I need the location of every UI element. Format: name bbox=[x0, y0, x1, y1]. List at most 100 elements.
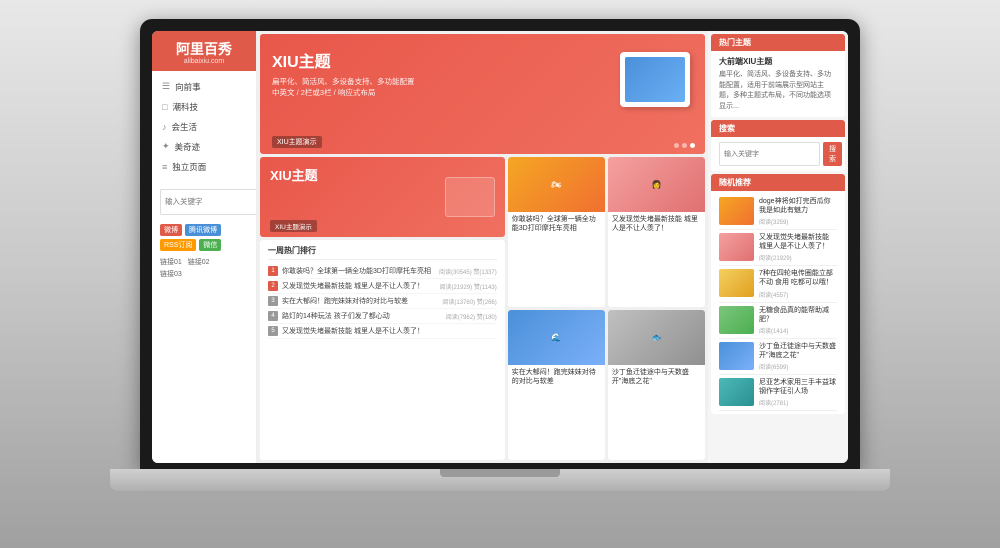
search-row: 搜索 bbox=[711, 137, 845, 171]
hero-label: XIU主题演示 bbox=[272, 136, 322, 148]
second-banner: XIU主题 XIU主题演示 bbox=[260, 157, 505, 237]
list-item[interactable]: 无糖食品真的能帮助减肥？ 阅读(1414) bbox=[719, 303, 837, 339]
thumb-title-3: 实在大郁闷！跑完妹妹对待的对比与软差 bbox=[508, 365, 605, 389]
nav-item-5[interactable]: ≡ 独立页面 bbox=[152, 157, 256, 177]
article-num-2: 2 bbox=[268, 281, 278, 291]
nav-label-4: 美奇迹 bbox=[175, 141, 201, 153]
rec-thumb-2 bbox=[719, 233, 754, 261]
article-text-1: 你敢装吗？全球第一辆全功能3D打印摩托车亮相 bbox=[282, 266, 435, 276]
right-sidebar: 热门主题 大前端XIU主题 扁平化、简活风、多设备支持、多功能配置，适用于前端展… bbox=[708, 31, 848, 463]
article-num-1: 1 bbox=[268, 266, 278, 276]
banner2-label: XIU主题演示 bbox=[270, 220, 317, 232]
rec-title-4: 无糖食品真的能帮助减肥？ bbox=[759, 306, 837, 324]
dot-2 bbox=[682, 143, 687, 148]
tag-link-2[interactable]: 链接02 bbox=[188, 259, 210, 266]
content-grid: XIU主题 XIU主题演示 一周热门排行 1 bbox=[257, 157, 708, 463]
grid-left: XIU主题 XIU主题演示 一周热门排行 1 bbox=[260, 157, 505, 460]
device2 bbox=[445, 177, 500, 232]
rec-info-2: 又发现觉失堵最新技能 城里人是不让人羡了！ 阅读(21929) bbox=[759, 233, 837, 262]
table-row: 2 又发现觉失堵最新技能 城里人是不让人羡了！ 阅读(21929) 赞(1143… bbox=[268, 279, 497, 294]
article-num-4: 4 bbox=[268, 311, 278, 321]
sidebar-logo: 阿里百秀 alibaixiu.com bbox=[152, 31, 256, 71]
rec-meta-3: 阅读(4557) bbox=[759, 290, 837, 299]
nav-icon-2: □ bbox=[162, 102, 167, 112]
rec-title-1: doge神将如打完西瓜你 我是如此有魅力 bbox=[759, 197, 837, 215]
rec-info-4: 无糖食品真的能帮助减肥？ 阅读(1414) bbox=[759, 306, 837, 335]
laptop-screen-bezel: 阿里百秀 alibaixiu.com ☰ 向前事 □ 潮科技 bbox=[152, 31, 848, 463]
rs-search-input[interactable] bbox=[719, 142, 820, 166]
rec-meta-2: 阅读(21929) bbox=[759, 253, 837, 262]
rs-search-section: 搜索 搜索 bbox=[711, 120, 845, 171]
table-row: 1 你敢装吗？全球第一辆全功能3D打印摩托车亮相 阅读(30545) 赞(133… bbox=[268, 264, 497, 279]
list-item[interactable]: 又发现觉失堵最新技能 城里人是不让人羡了！ 阅读(21929) bbox=[719, 230, 837, 266]
nav-label-1: 向前事 bbox=[175, 81, 201, 93]
rs-hot-title: 大前端XIU主题 bbox=[719, 56, 837, 67]
sidebar-nav: ☰ 向前事 □ 潮科技 ♪ 会生活 ✦ 美奇迹 bbox=[152, 71, 256, 183]
thumb-title-4: 沙丁鱼迁徒途中与天数盛开"海底之花" bbox=[608, 365, 705, 389]
rs-search-button[interactable]: 搜索 bbox=[823, 142, 842, 166]
nav-icon-4: ✦ bbox=[162, 141, 170, 152]
rec-info-1: doge神将如打完西瓜你 我是如此有魅力 阅读(3259) bbox=[759, 197, 837, 226]
rec-title-2: 又发现觉失堵最新技能 城里人是不让人羡了！ bbox=[759, 233, 837, 251]
nav-item-2[interactable]: □ 潮科技 bbox=[152, 97, 256, 117]
list-item[interactable]: 沙丁鱼迁徒途中与天数盛开"海底之花" 阅读(6599) bbox=[719, 339, 837, 375]
nav-item-3[interactable]: ♪ 会生活 bbox=[152, 117, 256, 137]
nav-item-4[interactable]: ✦ 美奇迹 bbox=[152, 137, 256, 157]
thumb-img-4: 🐟 bbox=[608, 310, 705, 365]
laptop-base bbox=[110, 469, 890, 491]
table-row: 3 实在大郁闷！跑完妹妹对待的对比与软差 阅读(13760) 赞(266) bbox=[268, 294, 497, 309]
tag-link-3[interactable]: 链接03 bbox=[160, 271, 182, 278]
list-item[interactable]: 尼亚艺术家用三手丰益球钢作字征引人场 阅读(2781) bbox=[719, 375, 837, 411]
rec-title-5: 沙丁鱼迁徒途中与天数盛开"海底之花" bbox=[759, 342, 837, 360]
article-text-4: 路灯的14种玩法 孩子们发了都心动 bbox=[282, 311, 442, 321]
hero-dots bbox=[674, 143, 695, 148]
article-meta-4: 阅读(7962) 赞(180) bbox=[446, 312, 497, 321]
social-weibo-btn[interactable]: 微博 bbox=[160, 224, 182, 236]
rec-meta-4: 阅读(1414) bbox=[759, 326, 837, 335]
list-item[interactable]: 7种在四轮电传圈能立部不动 食用 吃都可以哦！ 阅读(4557) bbox=[719, 266, 837, 302]
grid-right: 🏍 你敢装吗？全球第一辆全功能3D打印摩托车亮相 👩 又发现觉失堵最新技能 城里… bbox=[508, 157, 705, 460]
sidebar: 阿里百秀 alibaixiu.com ☰ 向前事 □ 潮科技 bbox=[152, 31, 257, 463]
main-content: XIU主题 扁平化、简活风、多设备支持、多功能配置 中英文 / 2栏或3栏 / … bbox=[257, 31, 708, 463]
rs-hot-body: 大前端XIU主题 扁平化、简活风、多设备支持、多功能配置，适用于前端展示型网站主… bbox=[711, 51, 845, 117]
social-qq-btn[interactable]: 腾讯微博 bbox=[185, 224, 221, 236]
social-weixin-btn[interactable]: 微信 bbox=[199, 239, 221, 251]
device2-inner bbox=[445, 177, 495, 217]
thumb-card-3[interactable]: 🌊 实在大郁闷！跑完妹妹对待的对比与软差 bbox=[508, 310, 605, 460]
list-item[interactable]: doge神将如打完西瓜你 我是如此有魅力 阅读(3259) bbox=[719, 194, 837, 230]
rec-info-6: 尼亚艺术家用三手丰益球钢作字征引人场 阅读(2781) bbox=[759, 378, 837, 407]
rs-hot-section: 热门主题 大前端XIU主题 扁平化、简活风、多设备支持、多功能配置，适用于前端展… bbox=[711, 34, 845, 117]
rec-thumb-4 bbox=[719, 306, 754, 334]
rs-search-header: 搜索 bbox=[711, 120, 845, 137]
rec-title-6: 尼亚艺术家用三手丰益球钢作字征引人场 bbox=[759, 378, 837, 396]
article-text-2: 又发现觉失堵最新技能 城里人是不让人羡了！ bbox=[282, 281, 435, 291]
article-meta-3: 阅读(13760) 赞(266) bbox=[442, 297, 496, 306]
sidebar-tags: 链接01 链接02 链接03 bbox=[152, 254, 256, 285]
rec-meta-1: 阅读(3259) bbox=[759, 217, 837, 226]
rec-thumb-6 bbox=[719, 378, 754, 406]
logo-text: 阿里百秀 bbox=[160, 41, 248, 58]
thumb-card-1[interactable]: 🏍 你敢装吗？全球第一辆全功能3D打印摩托车亮相 bbox=[508, 157, 605, 307]
thumb-img-1: 🏍 bbox=[508, 157, 605, 212]
table-row: 5 又发现觉失堵最新技能 城里人是不让人羡了！ bbox=[268, 324, 497, 339]
article-text-3: 实在大郁闷！跑完妹妹对待的对比与软差 bbox=[282, 296, 438, 306]
content-top: XIU主题 扁平化、简活风、多设备支持、多功能配置 中英文 / 2栏或3栏 / … bbox=[257, 31, 708, 157]
hero-device bbox=[615, 44, 695, 114]
thumb-card-4[interactable]: 🐟 沙丁鱼迁徒途中与天数盛开"海底之花" bbox=[608, 310, 705, 460]
rec-info-5: 沙丁鱼迁徒途中与天数盛开"海底之花" 阅读(6599) bbox=[759, 342, 837, 371]
tag-link-1[interactable]: 链接01 bbox=[160, 259, 182, 266]
nav-item-1[interactable]: ☰ 向前事 bbox=[152, 77, 256, 97]
thumb-grid: 🏍 你敢装吗？全球第一辆全功能3D打印摩托车亮相 👩 又发现觉失堵最新技能 城里… bbox=[508, 157, 705, 460]
sidebar-search: 搜索 bbox=[152, 183, 256, 221]
rec-thumb-5 bbox=[719, 342, 754, 370]
device-mockup bbox=[620, 52, 690, 107]
website: 阿里百秀 alibaixiu.com ☰ 向前事 □ 潮科技 bbox=[152, 31, 848, 463]
social-rss-btn[interactable]: RSS订阅 bbox=[160, 239, 196, 251]
thumb-img-2: 👩 bbox=[608, 157, 705, 212]
sidebar-search-input[interactable] bbox=[160, 189, 257, 215]
nav-icon-1: ☰ bbox=[162, 81, 170, 92]
rec-list: doge神将如打完西瓜你 我是如此有魅力 阅读(3259) 又发现觉失堵最新技能… bbox=[711, 191, 845, 414]
nav-label-2: 潮科技 bbox=[172, 101, 198, 113]
thumb-card-2[interactable]: 👩 又发现觉失堵最新技能 城里人是不让人羡了！ bbox=[608, 157, 705, 307]
article-list: 一周热门排行 1 你敢装吗？全球第一辆全功能3D打印摩托车亮相 阅读(30545… bbox=[260, 240, 505, 460]
